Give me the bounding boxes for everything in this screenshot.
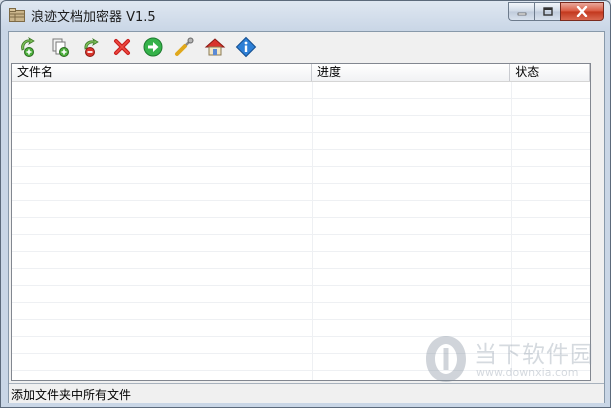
add-folder-icon — [52, 38, 69, 57]
column-header-filename[interactable]: 文件名 — [12, 64, 312, 81]
title-bar[interactable]: 浪迹文档加密器 V1.5 — [1, 1, 610, 29]
info-icon — [235, 36, 256, 58]
toolbar — [9, 32, 604, 62]
watermark-logo-icon — [426, 336, 466, 382]
watermark-url: www.downxia.com — [476, 366, 579, 379]
green-arrow-icon — [143, 37, 162, 57]
delete-button[interactable] — [106, 33, 137, 61]
minimize-button[interactable] — [508, 2, 534, 21]
main-window: 浪迹文档加密器 V1.5 文件名 进度 状态 添加文件夹中所有文件 当下软件园 … — [0, 0, 611, 408]
remove-file-button[interactable] — [75, 33, 106, 61]
caption-buttons — [508, 2, 604, 21]
red-x-icon — [113, 39, 130, 55]
window-title: 浪迹文档加密器 V1.5 — [31, 10, 156, 25]
home-button[interactable] — [199, 33, 230, 61]
close-button[interactable] — [560, 2, 604, 21]
column-header-progress[interactable]: 进度 — [312, 64, 511, 81]
settings-button[interactable] — [168, 33, 199, 61]
minimize-icon — [517, 12, 526, 15]
column-header-status[interactable]: 状态 — [510, 64, 590, 81]
home-icon — [204, 38, 225, 56]
add-files-icon — [20, 36, 35, 57]
maximize-button[interactable] — [534, 2, 560, 21]
add-folder-button[interactable] — [44, 33, 75, 61]
close-icon — [576, 6, 588, 17]
app-folder-icon — [9, 8, 25, 22]
add-files-button[interactable] — [13, 33, 44, 61]
watermark: 当下软件园 www.downxia.com — [424, 330, 594, 388]
status-text: 添加文件夹中所有文件 — [11, 388, 132, 402]
watermark-text: 当下软件园 — [474, 342, 594, 368]
remove-file-icon — [83, 37, 99, 57]
list-header: 文件名 进度 状态 — [12, 64, 590, 82]
start-button[interactable] — [137, 33, 168, 61]
maximize-icon — [542, 7, 553, 16]
wrench-icon — [174, 37, 193, 56]
about-button[interactable] — [230, 33, 261, 61]
